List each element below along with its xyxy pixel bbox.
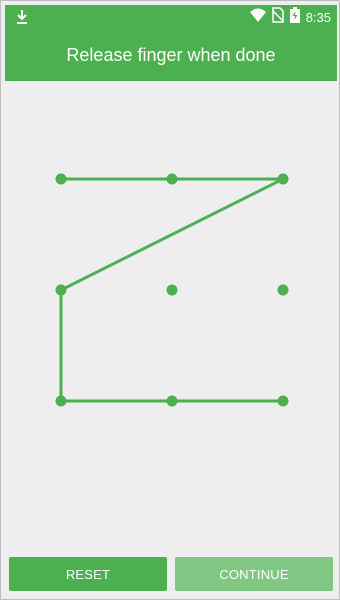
no-sim-icon: [271, 6, 285, 28]
button-bar: RESET CONTINUE: [9, 557, 333, 591]
pattern-dot[interactable]: [277, 395, 289, 407]
page-title: Release finger when done: [66, 45, 276, 65]
pattern-dot[interactable]: [166, 395, 178, 407]
pattern-dot[interactable]: [277, 173, 289, 185]
battery-charging-icon: [289, 6, 300, 28]
pattern-dot[interactable]: [55, 395, 67, 407]
pattern-grid[interactable]: [5, 81, 337, 551]
wifi-icon: [249, 8, 266, 27]
status-time: 8:35: [305, 9, 331, 25]
pattern-dot[interactable]: [166, 284, 178, 296]
status-bar: 8:35: [5, 5, 337, 29]
app-bar: 8:35 Release finger when done: [5, 5, 337, 81]
pattern-dot[interactable]: [55, 284, 67, 296]
continue-button[interactable]: CONTINUE: [175, 557, 333, 591]
status-icons: 8:35: [249, 6, 331, 28]
pattern-area[interactable]: [5, 81, 337, 551]
pattern-dot[interactable]: [277, 284, 289, 296]
download-icon: [14, 9, 30, 25]
lock-pattern-screen: 8:35 Release finger when done RESET CONT…: [0, 0, 340, 600]
reset-button[interactable]: RESET: [9, 557, 167, 591]
pattern-dot[interactable]: [55, 173, 67, 185]
pattern-dot[interactable]: [166, 173, 178, 185]
